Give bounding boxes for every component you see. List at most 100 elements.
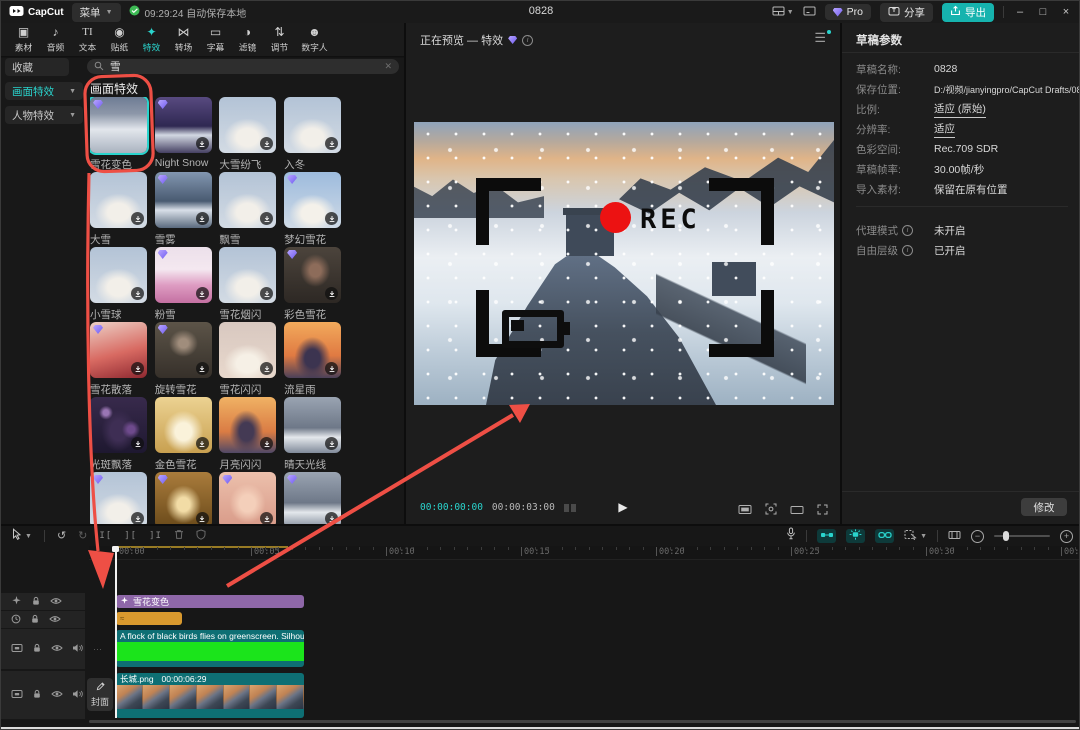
mute-icon[interactable]: [72, 640, 84, 658]
preview-quality-icon[interactable]: [738, 502, 752, 520]
layout-switch-button[interactable]: ▼: [772, 3, 794, 21]
effect-thumbnail[interactable]: [90, 247, 147, 303]
effect-thumbnail[interactable]: [219, 97, 276, 153]
param-value[interactable]: 适应: [934, 121, 955, 138]
tab-字幕[interactable]: ▭字幕: [200, 25, 231, 56]
effect-item-旋转雪花[interactable]: 旋转雪花: [155, 322, 217, 397]
effect-item[interactable]: [155, 472, 217, 524]
effect-thumbnail[interactable]: [219, 397, 276, 453]
ratio-icon[interactable]: [790, 502, 804, 520]
mask-button[interactable]: [196, 527, 206, 545]
split-right-button[interactable]: ]I: [149, 531, 162, 541]
timeline-zoom-slider[interactable]: [994, 535, 1050, 537]
effect-item-月亮闪闪[interactable]: 月亮闪闪: [219, 397, 281, 472]
info-icon[interactable]: i: [902, 225, 913, 236]
effect-thumbnail[interactable]: [284, 472, 341, 524]
tab-特效[interactable]: ✦特效: [136, 25, 167, 56]
effect-thumbnail[interactable]: [219, 247, 276, 303]
lock-icon[interactable]: [31, 593, 41, 611]
effect-thumbnail[interactable]: [219, 322, 276, 378]
effect-item-Night Snow[interactable]: Night Snow: [155, 97, 217, 169]
visibility-icon[interactable]: [49, 611, 61, 629]
effect-item-小雪球[interactable]: 小雪球: [90, 247, 152, 322]
cover-button[interactable]: 封面: [87, 678, 113, 711]
split-button[interactable]: I[: [99, 531, 112, 541]
tab-文本[interactable]: TI文本: [72, 25, 103, 56]
zoom-slider-knob[interactable]: [1003, 531, 1009, 541]
effect-item-大雪[interactable]: 大雪: [90, 172, 152, 247]
magnet-toggle-button[interactable]: [846, 529, 865, 543]
share-button[interactable]: 分享: [880, 3, 933, 22]
mute-icon[interactable]: [72, 686, 84, 704]
undo-button[interactable]: ↺: [57, 531, 66, 542]
effect-item-梦幻雪花[interactable]: 梦幻雪花: [284, 172, 346, 247]
export-button[interactable]: 导出: [942, 3, 994, 22]
tab-调节[interactable]: ⇅调节: [264, 25, 295, 56]
effect-thumbnail[interactable]: [284, 322, 341, 378]
effect-item[interactable]: [219, 472, 281, 524]
tab-滤镜[interactable]: ◑滤镜: [232, 25, 263, 56]
preview-axis-button[interactable]: [948, 527, 961, 545]
pro-badge[interactable]: Pro: [825, 4, 871, 20]
effect-thumbnail[interactable]: [155, 472, 212, 524]
visibility-icon[interactable]: [51, 640, 63, 658]
delete-button[interactable]: [174, 527, 184, 545]
maximize-button[interactable]: □: [1036, 6, 1050, 18]
tab-音频[interactable]: ♪音频: [40, 25, 71, 56]
close-button[interactable]: ×: [1059, 6, 1073, 18]
preview-menu-icon[interactable]: ☰: [814, 31, 826, 44]
favorites-button[interactable]: 收藏: [5, 58, 69, 76]
focus-icon[interactable]: [765, 502, 777, 520]
effect-thumbnail[interactable]: [155, 397, 212, 453]
effect-thumbnail[interactable]: [155, 247, 212, 303]
effect-thumbnail[interactable]: [284, 172, 341, 228]
minimize-button[interactable]: –: [1013, 6, 1027, 18]
effect-thumbnail[interactable]: [155, 322, 212, 378]
record-voiceover-button[interactable]: [786, 527, 796, 545]
image-clip[interactable]: 长城.png 00:00:06:29: [116, 673, 304, 718]
visibility-icon[interactable]: [50, 593, 62, 611]
effect-item-大雪纷飞[interactable]: 大雪纷飞: [219, 97, 281, 172]
zoom-in-button[interactable]: +: [1060, 530, 1073, 543]
effect-item-彩色雪花[interactable]: 彩色雪花: [284, 247, 346, 322]
effect-thumbnail[interactable]: [219, 472, 276, 524]
effect-thumbnail[interactable]: [90, 322, 147, 378]
more-icon[interactable]: ···: [93, 644, 102, 655]
effect-item-入冬[interactable]: 入冬: [284, 97, 346, 172]
effect-thumbnail[interactable]: [155, 172, 212, 228]
effect-thumbnail[interactable]: [90, 472, 147, 524]
effect-item[interactable]: [90, 472, 152, 524]
category-人物特效[interactable]: 人物特效▼: [5, 106, 83, 124]
lock-icon[interactable]: [32, 686, 42, 704]
timeline-scrollbar[interactable]: [89, 720, 1076, 723]
effect-item-飘雪[interactable]: 飘雪: [219, 172, 281, 247]
effect-thumbnail[interactable]: [90, 97, 147, 153]
effect-item[interactable]: [284, 472, 346, 524]
split-left-button[interactable]: ][: [124, 531, 137, 541]
effect-thumbnail[interactable]: [155, 97, 212, 153]
tab-数字人[interactable]: ☻数字人: [296, 25, 333, 56]
timeline-ruler[interactable]: 00:0000:0500:1000:1500:2000:2500:3000:35: [89, 546, 1080, 560]
effect-thumbnail[interactable]: [90, 397, 147, 453]
snap-toggle-button[interactable]: [817, 529, 836, 543]
modify-button[interactable]: 修改: [1021, 498, 1067, 516]
tab-贴纸[interactable]: ◉贴纸: [104, 25, 135, 56]
search-input[interactable]: [108, 60, 380, 74]
effect-item-光斑飘落[interactable]: 光斑飘落: [90, 397, 152, 472]
clear-search-icon[interactable]: ✕: [384, 61, 392, 72]
lock-icon[interactable]: [32, 640, 42, 658]
effect-thumbnail[interactable]: [284, 97, 341, 153]
select-tool-button[interactable]: ▼: [11, 527, 32, 545]
zoom-out-button[interactable]: −: [971, 530, 984, 543]
effect-item-晴天光线[interactable]: 晴天光线: [284, 397, 346, 472]
info-icon[interactable]: i: [902, 245, 913, 256]
adjustment-clip[interactable]: ≈: [116, 612, 182, 625]
effect-item-雪花闪闪[interactable]: 雪花闪闪: [219, 322, 281, 397]
preview-video[interactable]: REC: [414, 122, 834, 405]
fullscreen-icon[interactable]: [817, 502, 828, 520]
effect-thumbnail[interactable]: [90, 172, 147, 228]
redo-button[interactable]: ↻: [78, 531, 87, 542]
effect-item-流星雨[interactable]: 流星雨: [284, 322, 346, 397]
effect-item-粉雪[interactable]: 粉雪: [155, 247, 217, 322]
effect-item-雪雾[interactable]: 雪雾: [155, 172, 217, 247]
